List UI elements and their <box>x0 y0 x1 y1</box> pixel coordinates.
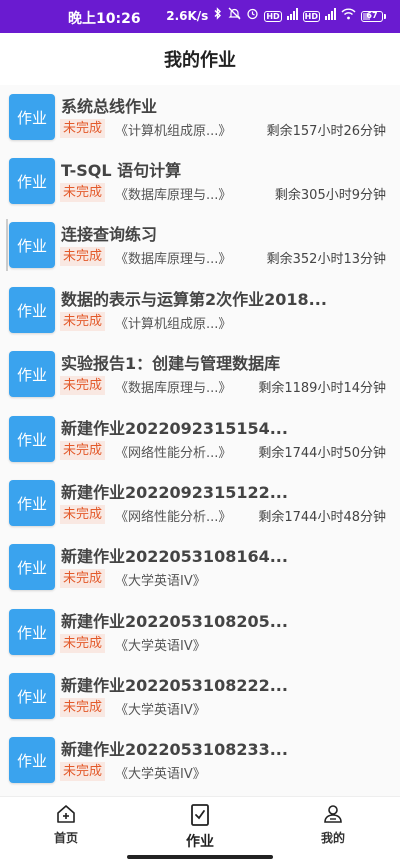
assignment-item[interactable]: 作业 连接查询练习 未完成 《数据库原理与...》 剩余352小时13分钟 <box>0 213 400 277</box>
remaining-time: 剩余352小时13分钟 <box>266 252 386 267</box>
assignment-item[interactable]: 作业 新建作业2022053108164... 未完成 《大学英语IV》 <box>0 535 400 599</box>
remaining-time: 剩余1744小时50分钟 <box>258 446 386 461</box>
assignment-item[interactable]: 作业 T-SQL 语句计算 未完成 《数据库原理与...》 剩余305小时9分钟 <box>0 149 400 213</box>
course-name: 《网络性能分析...》 <box>115 510 232 525</box>
status-badge: 未完成 <box>60 247 106 266</box>
nav-mine-label: 我的 <box>320 831 345 845</box>
assignment-badge: 作业 <box>9 222 55 268</box>
home-icon <box>57 805 75 823</box>
assignment-item[interactable]: 作业 新建作业2022092315122... 未完成 《网络性能分析...》 … <box>0 471 400 535</box>
assignment-title: 新建作业2022053108222... <box>61 676 288 695</box>
course-name: 《大学英语IV》 <box>115 574 206 589</box>
assignment-title: 新建作业2022053108205... <box>61 612 288 631</box>
nav-homework[interactable]: 作业 <box>160 803 240 851</box>
nav-home[interactable]: 首页 <box>26 803 106 846</box>
assignment-item[interactable]: 作业 新建作业2022053108222... 未完成 《大学英语IV》 <box>0 664 400 728</box>
assignment-title: 实验报告1：创建与管理数据库 <box>61 354 281 373</box>
course-name: 《数据库原理与...》 <box>115 252 232 267</box>
status-badge: 未完成 <box>60 119 106 138</box>
signal-icon-2 <box>325 7 336 25</box>
assignment-title: 连接查询练习 <box>61 225 158 244</box>
status-badge: 未完成 <box>60 762 106 781</box>
bluetooth-icon <box>213 7 223 25</box>
assignment-badge: 作业 <box>9 416 55 462</box>
hd-icon-2: HD <box>302 10 320 22</box>
status-badge: 未完成 <box>60 505 106 524</box>
signal-icon <box>286 7 298 25</box>
assignment-badge: 作业 <box>9 673 55 719</box>
status-badge: 未完成 <box>60 183 106 202</box>
mute-bell-icon <box>228 7 241 25</box>
assignment-item[interactable]: 作业 数据的表示与运算第2次作业2018... 未完成 《计算机组成原...》 <box>0 278 400 342</box>
assignment-badge: 作业 <box>9 287 55 333</box>
scroll-marker <box>6 219 8 271</box>
assignment-badge: 作业 <box>9 480 55 526</box>
course-name: 《数据库原理与...》 <box>115 381 232 396</box>
assignment-title: 系统总线作业 <box>61 97 158 116</box>
assignment-item[interactable]: 作业 新建作业2022053108233... 未完成 《大学英语IV》 <box>0 728 400 792</box>
status-badge: 未完成 <box>60 441 106 460</box>
status-icons: 2.6K/s HD HD 67 <box>166 7 386 25</box>
nav-home-label: 首页 <box>53 831 78 845</box>
course-name: 《大学英语IV》 <box>115 639 206 654</box>
status-badge: 未完成 <box>60 569 106 588</box>
course-name: 《网络性能分析...》 <box>115 446 232 461</box>
user-icon <box>324 805 342 823</box>
assignment-item[interactable]: 作业 实验报告1：创建与管理数据库 未完成 《数据库原理与...》 剩余1189… <box>0 342 400 406</box>
assignment-title: 新建作业2022053108164... <box>61 547 288 566</box>
remaining-time: 剩余305小时9分钟 <box>274 188 386 203</box>
nav-mine[interactable]: 我的 <box>293 803 373 846</box>
status-badge: 未完成 <box>60 312 106 331</box>
course-name: 《大学英语IV》 <box>115 703 206 718</box>
battery-icon: 67 <box>361 10 386 22</box>
status-badge: 未完成 <box>60 698 106 717</box>
assignment-title: 新建作业2022092315122... <box>61 483 288 502</box>
remaining-time: 剩余157小时26分钟 <box>266 124 386 139</box>
remaining-time: 剩余1744小时48分钟 <box>258 510 386 525</box>
assignment-badge: 作业 <box>9 737 55 783</box>
assignment-item[interactable]: 作业 新建作业2022092315154... 未完成 《网络性能分析...》 … <box>0 407 400 471</box>
assignment-title: 新建作业2022053108233... <box>61 740 288 759</box>
wifi-icon <box>341 7 356 25</box>
assignment-item[interactable]: 作业 新建作业2022053108205... 未完成 《大学英语IV》 <box>0 600 400 664</box>
remaining-time: 剩余1189小时14分钟 <box>258 381 386 396</box>
assignment-item[interactable]: 作业 系统总线作业 未完成 《计算机组成原...》 剩余157小时26分钟 <box>0 85 400 149</box>
assignment-badge: 作业 <box>9 609 55 655</box>
assignment-badge: 作业 <box>9 351 55 397</box>
assignment-badge: 作业 <box>9 544 55 590</box>
status-badge: 未完成 <box>60 376 106 395</box>
course-name: 《数据库原理与...》 <box>115 188 232 203</box>
hd-icon: HD <box>264 10 282 22</box>
assignment-title: T-SQL 语句计算 <box>61 161 182 180</box>
assignment-badge: 作业 <box>9 94 55 140</box>
battery-level: 67 <box>366 10 378 20</box>
course-name: 《计算机组成原...》 <box>115 124 232 139</box>
alarm-icon <box>246 7 259 25</box>
status-bar: 晚上10:26 2.6K/s HD HD 67 <box>0 0 400 33</box>
course-name: 《计算机组成原...》 <box>115 317 232 332</box>
page-title: 我的作业 <box>164 50 236 71</box>
course-name: 《大学英语IV》 <box>115 767 206 782</box>
network-speed: 2.6K/s <box>166 9 209 23</box>
assignment-badge: 作业 <box>9 158 55 204</box>
nav-homework-label: 作业 <box>186 834 214 850</box>
homework-icon <box>191 804 209 826</box>
assignment-title: 数据的表示与运算第2次作业2018... <box>61 290 327 309</box>
home-indicator[interactable] <box>127 855 273 859</box>
status-time: 晚上10:26 <box>68 11 141 27</box>
header: 我的作业 <box>0 33 400 85</box>
app-screen: 晚上10:26 2.6K/s HD HD 67 我的作业 作业 系统总线作业 未… <box>0 0 400 866</box>
assignment-title: 新建作业2022092315154... <box>61 419 288 438</box>
status-badge: 未完成 <box>60 634 106 653</box>
